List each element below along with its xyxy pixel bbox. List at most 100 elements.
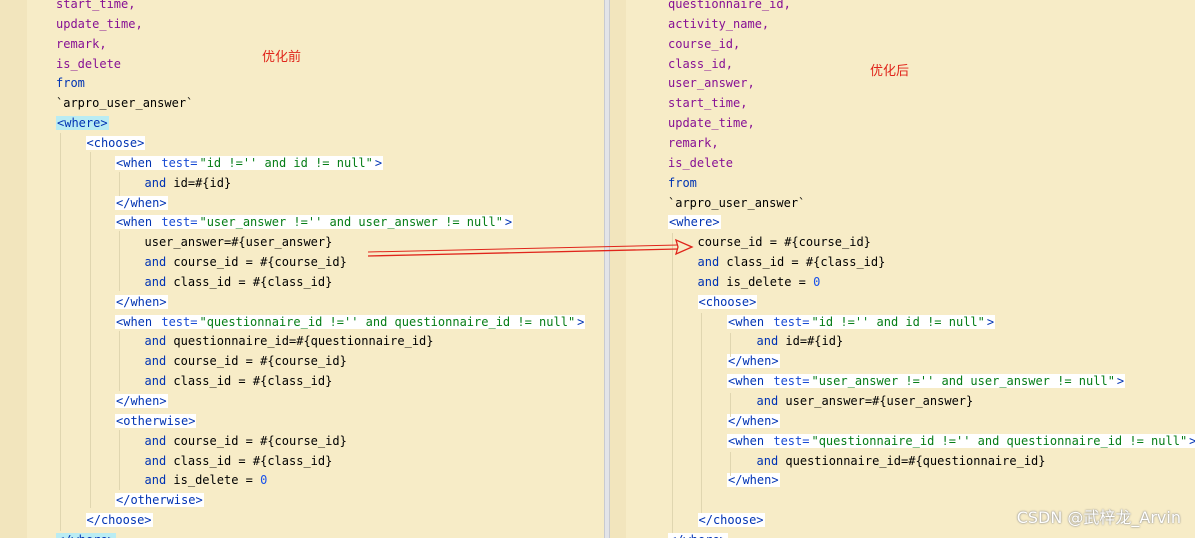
code-token: <where> — [56, 116, 109, 131]
code-token: <choose> — [85, 135, 146, 150]
code-token: course_id, — [668, 36, 741, 51]
code-line[interactable]: class_id, — [668, 55, 733, 73]
code-token: </when> — [115, 394, 168, 408]
code-line[interactable]: remark, — [668, 134, 719, 152]
code-line[interactable]: and is_delete = 0 — [145, 471, 268, 489]
code-line[interactable]: and class_id = #{class_id} — [145, 452, 333, 470]
code-line[interactable]: and course_id = #{course_id} — [145, 432, 347, 450]
code-token: </choose> — [697, 513, 765, 528]
code-line[interactable]: user_answer, — [668, 74, 755, 92]
code-token: "id !='' and id != null" — [198, 155, 374, 170]
code-line[interactable]: and id=#{id} — [757, 332, 844, 350]
code-token: class_id = #{class_id} — [726, 255, 886, 270]
line-gutter — [0, 0, 27, 538]
code-token: <where> — [668, 215, 721, 230]
code-line[interactable]: update_time, — [668, 114, 755, 132]
code-line[interactable]: and class_id = #{class_id} — [145, 372, 333, 390]
code-token: </choose> — [85, 513, 153, 528]
indent-guide — [119, 331, 120, 391]
code-line[interactable]: questionnaire_id, — [668, 0, 791, 13]
code-line[interactable]: start_time, — [668, 94, 747, 112]
code-line[interactable]: </when> — [727, 352, 780, 370]
code-token: course_id = #{course_id} — [173, 354, 347, 369]
code-line[interactable]: `arpro_user_answer` — [668, 194, 805, 212]
code-line[interactable]: </where> — [668, 531, 728, 538]
code-line[interactable]: </when> — [115, 194, 168, 212]
code-token: </when> — [727, 413, 780, 428]
code-token: class_id = #{class_id} — [173, 453, 333, 468]
code-token: user_answer, — [668, 76, 755, 91]
code-token: > — [373, 155, 384, 170]
code-line[interactable]: <when test= "user_answer !='' and user_an… — [727, 372, 1126, 390]
code-line[interactable]: and id=#{id} — [145, 174, 232, 192]
code-line[interactable]: </choose> — [697, 511, 765, 529]
code-line[interactable]: activity_name, — [668, 15, 769, 33]
code-token: is_delete — [668, 155, 734, 170]
code-line[interactable]: <choose> — [697, 293, 758, 311]
code-token: is_delete = — [173, 473, 261, 488]
code-token: test= — [160, 314, 199, 329]
code-token: and — [697, 255, 727, 270]
code-line[interactable]: and questionnaire_id=#{questionnaire_id} — [145, 332, 434, 350]
code-line[interactable]: from — [668, 174, 697, 192]
editor-pane-after[interactable]: questionnaire_id, activity_name, course_id… — [610, 0, 1195, 538]
code-token: </when> — [727, 473, 780, 488]
code-line[interactable]: </when> — [727, 412, 780, 430]
code-line[interactable]: is_delete — [668, 154, 733, 172]
code-line[interactable]: start_time, — [56, 0, 135, 13]
code-line[interactable]: <when test= "id !='' and id != null" > — [727, 313, 996, 331]
code-line[interactable]: </choose> — [85, 511, 153, 529]
code-token: and — [697, 274, 727, 289]
editor-pane-before[interactable]: start_time, update_time, remark, is_delete f… — [0, 0, 604, 538]
code-line[interactable]: <where> — [56, 114, 109, 132]
line-gutter — [610, 0, 626, 538]
code-line[interactable]: <otherwise> — [115, 412, 197, 430]
code-line[interactable]: </otherwise> — [115, 491, 204, 509]
code-token: > — [503, 215, 514, 230]
code-line[interactable]: and user_answer=#{user_answer} — [757, 392, 974, 410]
code-line[interactable]: <choose> — [85, 134, 146, 152]
code-token: course_id = #{course_id} — [697, 235, 871, 250]
code-token: user_answer=#{user_answer} — [144, 235, 333, 250]
code-line[interactable]: update_time, — [56, 15, 143, 33]
code-line[interactable]: and class_id = #{class_id} — [145, 273, 333, 291]
code-token: "user_answer !='' and user_answer != nul… — [198, 215, 504, 230]
code-token: and — [144, 453, 174, 468]
code-line[interactable]: </where> — [56, 531, 116, 538]
code-token: > — [1115, 374, 1126, 389]
code-token: questionnaire_id, — [668, 0, 791, 11]
code-line[interactable]: remark, — [56, 35, 107, 53]
code-token: 0 — [813, 274, 821, 289]
code-token: <choose> — [697, 294, 758, 309]
code-line[interactable]: <where> — [668, 213, 721, 231]
code-line[interactable]: </when> — [115, 293, 168, 311]
code-token: > — [985, 314, 996, 329]
code-line[interactable]: and course_id = #{course_id} — [145, 352, 347, 370]
code-token: and — [144, 473, 174, 488]
code-line[interactable]: course_id, — [668, 35, 740, 53]
indent-guide — [90, 152, 91, 508]
code-token: start_time, — [668, 96, 748, 111]
code-token: test= — [772, 374, 811, 389]
code-line[interactable]: from — [56, 74, 85, 92]
code-line[interactable]: </when> — [115, 392, 168, 410]
code-line[interactable]: <when test= "questionnaire_id !='' and qu… — [727, 432, 1195, 450]
code-line[interactable]: `arpro_user_answer` — [56, 94, 193, 112]
code-token: id=#{id} — [173, 175, 232, 190]
code-line[interactable]: </when> — [727, 471, 780, 489]
code-line[interactable]: is_delete — [56, 55, 121, 73]
code-line[interactable]: user_answer=#{user_answer} — [145, 233, 333, 251]
code-line[interactable]: <when test= "user_answer !='' and user_an… — [115, 213, 514, 231]
code-line[interactable]: and course_id = #{course_id} — [145, 253, 347, 271]
code-line[interactable]: course_id = #{course_id} — [698, 233, 871, 251]
code-line[interactable]: <when test= "questionnaire_id !='' and qu… — [115, 313, 586, 331]
code-line[interactable]: and class_id = #{class_id} — [698, 253, 886, 271]
code-line[interactable]: and questionnaire_id=#{questionnaire_id} — [757, 452, 1046, 470]
code-token: </where> — [56, 532, 116, 538]
code-token: user_answer=#{user_answer} — [785, 394, 974, 408]
code-line[interactable]: <when test= "id !='' and id != null" > — [115, 154, 384, 172]
code-token: and — [144, 354, 174, 369]
code-line[interactable]: and is_delete = 0 — [698, 273, 821, 291]
code-token: class_id, — [668, 56, 734, 71]
indent-guide — [119, 231, 120, 291]
